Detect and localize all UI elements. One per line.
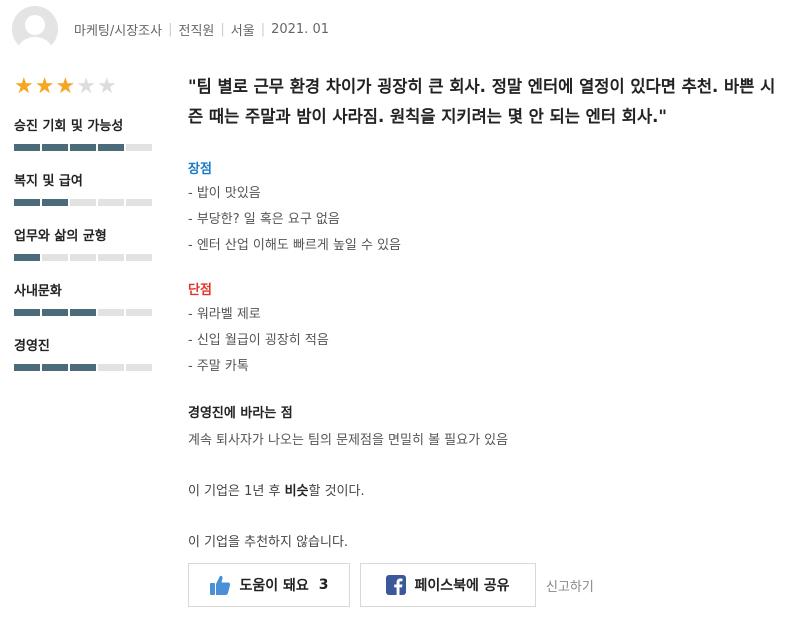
helpful-button[interactable]: 도움이 돼요 3 <box>188 563 350 607</box>
rating-category: 사내문화 <box>14 283 159 316</box>
rating-bar-segment <box>126 199 152 206</box>
star-icon: ★ <box>96 74 117 99</box>
rating-category: 업무와 삶의 균형 <box>14 228 159 261</box>
rating-categories: 승진 기회 및 가능성복지 및 급여업무와 삶의 균형사내문화경영진 <box>14 118 159 371</box>
rating-bar-segment <box>42 364 68 371</box>
rating-bar <box>14 199 159 206</box>
rating-bar-segment <box>126 364 152 371</box>
share-label: 페이스북에 공유 <box>414 578 510 594</box>
rating-bar-segment <box>14 364 40 371</box>
rating-bar-segment <box>70 199 96 206</box>
review-header: 마케팅/시장조사 | 전직원 | 서울 | 2021. 01 <box>12 4 329 54</box>
cons-item: - 워라벨 제로 <box>188 307 261 322</box>
rating-bar-segment <box>98 144 124 151</box>
recommend-text: 이 기업을 추천하지 않습니다. <box>188 535 349 550</box>
rating-bar-segment <box>14 254 40 261</box>
rating-bar-segment <box>42 309 68 316</box>
review-headline: "팀 별로 근무 환경 차이가 굉장히 큰 회사. 정말 엔터에 열정이 있다면… <box>188 77 776 126</box>
outlook-prefix: 이 기업은 1년 후 <box>188 484 285 499</box>
rating-category-label: 사내문화 <box>14 284 62 299</box>
rating-bar-segment <box>98 309 124 316</box>
job-category: 마케팅/시장조사 <box>74 23 163 39</box>
pros-list: - 밥이 맛있음 - 부당한? 일 혹은 요구 없음 - 엔터 산업 이해도 빠르게… <box>188 181 788 259</box>
rating-category-label: 업무와 삶의 균형 <box>14 229 107 244</box>
rating-bar-segment <box>14 199 40 206</box>
pros-item: - 부당한? 일 혹은 요구 없음 <box>188 212 340 227</box>
pros-item: - 엔터 산업 이해도 빠르게 높일 수 있음 <box>188 238 402 253</box>
cons-item: - 신입 월급이 굉장히 적음 <box>188 333 329 348</box>
pros-title: 장점 <box>188 162 212 177</box>
rating-bar <box>14 309 159 316</box>
meta-separator: | <box>168 21 173 37</box>
star-icon: ★ <box>55 74 76 99</box>
rating-bar-segment <box>70 364 96 371</box>
rating-bar-segment <box>98 254 124 261</box>
outlook-text: 이 기업은 1년 후 비슷할 것이다. <box>188 480 788 499</box>
report-link[interactable]: 신고하기 <box>546 576 594 595</box>
cons-title: 단점 <box>188 283 212 298</box>
rating-bar-segment <box>126 309 152 316</box>
meta-separator: | <box>260 21 266 37</box>
rating-bar-segment <box>42 144 68 151</box>
review-actions: 도움이 돼요 3 페이스북에 공유 신고하기 <box>188 563 594 607</box>
rating-bar-segment <box>42 199 68 206</box>
cons-list: - 워라벨 제로 - 신입 월급이 굉장히 적음 - 주말 카톡 <box>188 302 788 380</box>
rating-category-label: 경영진 <box>14 339 50 354</box>
star-icon: ★ <box>14 74 34 99</box>
avatar-icon <box>12 6 58 52</box>
helpful-label: 도움이 돼요 <box>239 578 309 594</box>
rating-panel: ★ ★ ★ ★ ★ 승진 기회 및 가능성 복지 및 급여 업무와 삶의 균형 사내문화 경영진 <box>14 76 159 371</box>
rating-bar-segment <box>70 309 96 316</box>
rating-bar-segment <box>14 144 40 151</box>
rating-bar-segment <box>98 199 124 206</box>
facebook-icon <box>386 575 407 595</box>
rating-bar-segment <box>126 254 152 261</box>
rating-category-label: 승진 기회 및 가능성 <box>14 119 124 134</box>
advice-title: 경영진에 바라는 점 <box>188 406 293 421</box>
facebook-share-button[interactable]: 페이스북에 공유 <box>360 563 536 607</box>
rating-bar-segment <box>98 364 124 371</box>
rating-bar <box>14 364 159 371</box>
review-date: 2021. 01 <box>271 21 329 37</box>
helpful-count: 3 <box>318 577 329 593</box>
advice-text: 계속 퇴사자가 나오는 팀의 문제점을 면밀히 볼 필요가 있음 <box>188 433 509 448</box>
thumbs-up-icon <box>210 575 231 595</box>
rating-bar-segment <box>126 144 152 151</box>
rating-category: 승진 기회 및 가능성 <box>14 118 159 151</box>
rating-bar-segment <box>70 254 96 261</box>
rating-category: 복지 및 급여 <box>14 173 159 206</box>
rating-bar <box>14 144 159 151</box>
rating-bar-segment <box>42 254 68 261</box>
review-meta: 마케팅/시장조사 | 전직원 | 서울 | 2021. 01 <box>74 20 329 39</box>
star-icon: ★ <box>34 74 55 99</box>
review-content: "팀 별로 근무 환경 차이가 굉장히 큰 회사. 정말 엔터에 열정이 있다면… <box>188 72 788 550</box>
rating-category-label: 복지 및 급여 <box>14 174 83 189</box>
rating-category: 경영진 <box>14 338 159 371</box>
cons-item: - 주말 카톡 <box>188 359 249 374</box>
pros-item: - 밥이 맛있음 <box>188 186 261 201</box>
employment-status: 전직원 <box>178 23 215 39</box>
avatar <box>12 6 58 52</box>
rating-bar <box>14 254 159 261</box>
star-rating: ★ ★ ★ ★ ★ <box>14 76 159 98</box>
rating-bar-segment <box>14 309 40 316</box>
meta-separator: | <box>220 21 225 37</box>
rating-bar-segment <box>70 144 96 151</box>
outlook-value: 비슷 <box>284 484 309 499</box>
location: 서울 <box>230 23 255 39</box>
outlook-suffix: 할 것이다. <box>308 484 365 499</box>
star-icon: ★ <box>76 74 96 99</box>
